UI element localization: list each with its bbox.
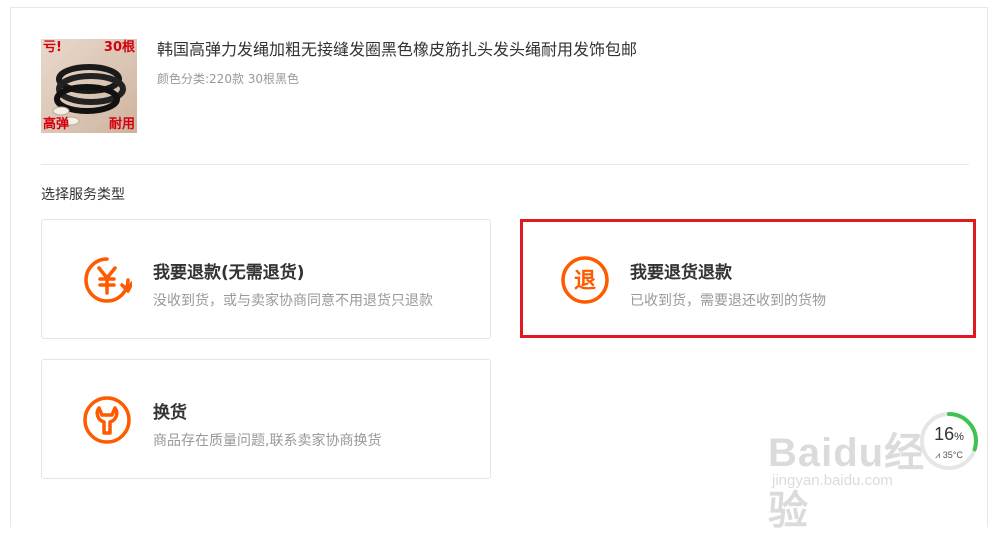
- service-option-title: 我要退货退款: [630, 263, 732, 283]
- system-monitor-widget[interactable]: 16% ⩘ 35°C: [918, 410, 980, 472]
- return-icon: 退: [560, 255, 610, 305]
- service-option-title: 换货: [153, 403, 187, 423]
- wrench-icon: [82, 395, 132, 445]
- yen-refund-icon: [82, 255, 134, 305]
- service-option-desc: 没收到货，或与卖家协商同意不用退货只退款: [153, 293, 433, 309]
- service-option-return[interactable]: 退 我要退货退款 已收到货，需要退还收到的货物: [520, 219, 976, 338]
- service-option-exchange[interactable]: 换货 商品存在质量问题,联系卖家协商换货: [41, 359, 491, 479]
- service-option-desc: 已收到货，需要退还收到的货物: [630, 293, 826, 309]
- svg-text:退: 退: [574, 269, 596, 294]
- thumb-tag: 耐用: [108, 117, 135, 132]
- thumb-tag: 亏!: [43, 40, 62, 55]
- product-thumbnail[interactable]: 亏! 30根 高弹 耐用: [41, 39, 137, 133]
- thumb-tag: 30根: [103, 40, 135, 55]
- product-title[interactable]: 韩国高弹力发绳加粗无接缝发圈黑色橡皮筋扎头发头绳耐用发饰包邮: [157, 36, 637, 60]
- section-label: 选择服务类型: [41, 187, 125, 203]
- usage-percent: 16%: [934, 424, 964, 444]
- watermark-url: jingyan.baidu.com: [772, 472, 893, 489]
- product-sku: 颜色分类:220款 30根黑色: [157, 72, 300, 86]
- temperature-readout: ⩘ 35°C: [935, 450, 963, 460]
- service-option-refund[interactable]: 我要退款(无需退货) 没收到货，或与卖家协商同意不用退货只退款: [41, 219, 491, 339]
- service-option-desc: 商品存在质量问题,联系卖家协商换货: [153, 433, 382, 449]
- thumb-tag: 高弹: [43, 117, 70, 132]
- divider: [41, 164, 969, 165]
- service-option-title: 我要退款(无需退货): [153, 263, 305, 283]
